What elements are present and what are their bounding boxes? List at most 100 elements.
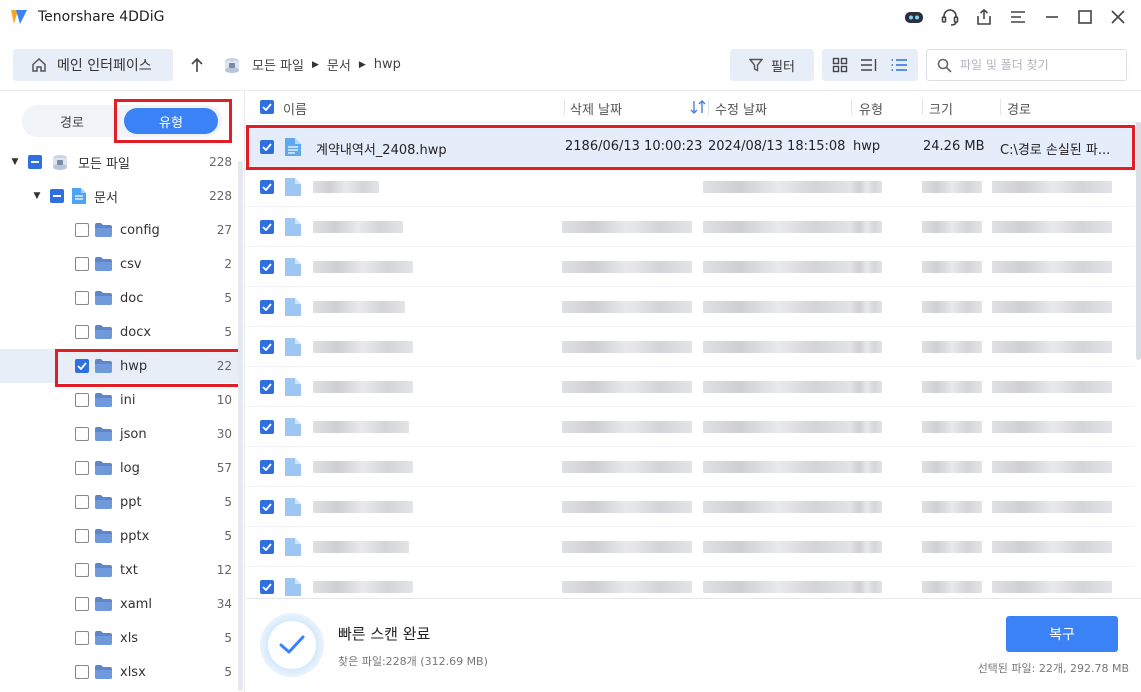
table-row[interactable] bbox=[246, 447, 1134, 487]
filter-button[interactable]: 필터 bbox=[730, 49, 814, 81]
tree-item-ext[interactable]: pptx 5 bbox=[0, 519, 238, 553]
redacted-cell bbox=[703, 341, 853, 353]
row-checkbox[interactable] bbox=[260, 380, 274, 394]
tab-type[interactable]: 유형 bbox=[124, 108, 218, 134]
list-view-icon[interactable] bbox=[890, 57, 908, 73]
tree-item-ext[interactable]: log 57 bbox=[0, 451, 238, 485]
header-deleted-date[interactable]: 삭제 날짜 bbox=[570, 99, 622, 118]
tree-checkbox[interactable] bbox=[75, 427, 89, 441]
tree-item-ext[interactable]: hwp 22 bbox=[0, 349, 238, 383]
breadcrumb-hwp[interactable]: hwp bbox=[374, 57, 401, 72]
column-divider[interactable] bbox=[922, 99, 923, 115]
tree-item-ext[interactable]: xaml 34 bbox=[0, 587, 238, 621]
tree-item-ext[interactable]: ini 10 bbox=[0, 383, 238, 417]
tree-checkbox[interactable] bbox=[75, 529, 89, 543]
assistant-robot-icon[interactable] bbox=[902, 5, 926, 29]
tree-item-ext[interactable]: csv 2 bbox=[0, 247, 238, 281]
tree-checkbox[interactable] bbox=[75, 631, 89, 645]
tree-checkbox[interactable] bbox=[75, 325, 89, 339]
recover-button[interactable]: 복구 bbox=[1006, 616, 1118, 652]
header-type[interactable]: 유형 bbox=[859, 99, 883, 118]
table-row[interactable] bbox=[246, 327, 1134, 367]
table-row-selected[interactable]: 계약내역서_2408.hwp 2186/06/13 10:00:23 2024/… bbox=[246, 127, 1134, 167]
row-checkbox[interactable] bbox=[260, 580, 274, 594]
table-row[interactable] bbox=[246, 367, 1134, 407]
main-interface-button[interactable]: 메인 인터페이스 bbox=[13, 49, 173, 81]
tree-checkbox[interactable] bbox=[28, 155, 42, 169]
table-row[interactable] bbox=[246, 167, 1134, 207]
row-checkbox[interactable] bbox=[260, 220, 274, 234]
tree-checkbox[interactable] bbox=[75, 563, 89, 577]
table-row[interactable] bbox=[246, 247, 1134, 287]
breadcrumb-all-files[interactable]: 모든 파일 bbox=[252, 55, 304, 74]
table-row[interactable] bbox=[246, 287, 1134, 327]
grid-view-icon[interactable] bbox=[832, 57, 848, 73]
row-checkbox[interactable] bbox=[260, 340, 274, 354]
row-checkbox[interactable] bbox=[260, 460, 274, 474]
selected-files-summary: 선택된 파일: 22개, 292.78 MB bbox=[977, 662, 1129, 675]
tree-checkbox[interactable] bbox=[75, 461, 89, 475]
sort-icon[interactable] bbox=[690, 100, 706, 114]
header-name[interactable]: 이름 bbox=[283, 99, 307, 118]
tab-path[interactable]: 경로 bbox=[22, 105, 122, 137]
breadcrumb-documents[interactable]: 문서 bbox=[327, 55, 351, 74]
right-scrollbar[interactable] bbox=[1136, 122, 1141, 360]
search-box[interactable] bbox=[926, 49, 1127, 81]
column-divider[interactable] bbox=[851, 99, 852, 115]
up-arrow-icon[interactable] bbox=[184, 52, 210, 78]
redacted-cell bbox=[313, 181, 379, 193]
tree-item-ext[interactable]: ppt 5 bbox=[0, 485, 238, 519]
expand-caret-icon[interactable]: ▼ bbox=[32, 191, 42, 201]
tree-checkbox[interactable] bbox=[75, 597, 89, 611]
row-checkbox[interactable] bbox=[260, 300, 274, 314]
file-type: hwp bbox=[853, 139, 881, 154]
header-modified-date[interactable]: 수정 날짜 bbox=[715, 99, 767, 118]
detail-view-icon[interactable] bbox=[860, 57, 878, 73]
tree-item-ext[interactable]: config 27 bbox=[0, 213, 238, 247]
row-checkbox[interactable] bbox=[260, 140, 274, 154]
tree-item-all-files[interactable]: ▼ 모든 파일 228 bbox=[0, 145, 238, 179]
tree-item-ext[interactable]: xls 5 bbox=[0, 621, 238, 655]
tree-checkbox[interactable] bbox=[75, 291, 89, 305]
close-icon[interactable] bbox=[1106, 5, 1130, 29]
expand-caret-icon[interactable]: ▼ bbox=[10, 157, 20, 167]
tree-item-ext[interactable]: docx 5 bbox=[0, 315, 238, 349]
header-path[interactable]: 경로 bbox=[1007, 99, 1031, 118]
left-scrollbar[interactable] bbox=[238, 161, 243, 691]
select-all-checkbox[interactable] bbox=[260, 100, 274, 114]
tree-checkbox[interactable] bbox=[50, 189, 64, 203]
tree-item-ext[interactable]: txt 12 bbox=[0, 553, 238, 587]
column-divider[interactable] bbox=[564, 99, 565, 115]
column-divider[interactable] bbox=[1000, 99, 1001, 115]
tree-checkbox[interactable] bbox=[75, 393, 89, 407]
tree-item-ext[interactable]: json 30 bbox=[0, 417, 238, 451]
table-row[interactable] bbox=[246, 527, 1134, 567]
table-row[interactable] bbox=[246, 407, 1134, 447]
row-checkbox[interactable] bbox=[260, 420, 274, 434]
minimize-icon[interactable] bbox=[1040, 5, 1064, 29]
table-row[interactable] bbox=[246, 207, 1134, 247]
column-divider[interactable] bbox=[708, 99, 709, 115]
table-row[interactable] bbox=[246, 567, 1134, 598]
tree-checkbox[interactable] bbox=[75, 495, 89, 509]
tree-checkbox[interactable] bbox=[75, 257, 89, 271]
search-input[interactable] bbox=[960, 58, 1110, 72]
tree-item-ext[interactable]: xlsx 5 bbox=[0, 655, 238, 689]
support-headset-icon[interactable] bbox=[938, 5, 962, 29]
share-icon[interactable] bbox=[972, 5, 996, 29]
tree-item-documents[interactable]: ▼ 문서 228 bbox=[0, 179, 238, 213]
row-checkbox[interactable] bbox=[260, 540, 274, 554]
maximize-icon[interactable] bbox=[1073, 5, 1097, 29]
table-row[interactable] bbox=[246, 487, 1134, 527]
row-checkbox[interactable] bbox=[260, 500, 274, 514]
menu-icon[interactable] bbox=[1006, 5, 1030, 29]
tree-item-label: config bbox=[120, 222, 160, 238]
header-size[interactable]: 크기 bbox=[929, 99, 953, 118]
row-checkbox[interactable] bbox=[260, 260, 274, 274]
tree-item-ext[interactable]: doc 5 bbox=[0, 281, 238, 315]
row-checkbox[interactable] bbox=[260, 180, 274, 194]
redacted-cell bbox=[562, 461, 692, 473]
tree-checkbox[interactable] bbox=[75, 223, 89, 237]
tree-checkbox[interactable] bbox=[75, 359, 89, 373]
tree-checkbox[interactable] bbox=[75, 665, 89, 679]
